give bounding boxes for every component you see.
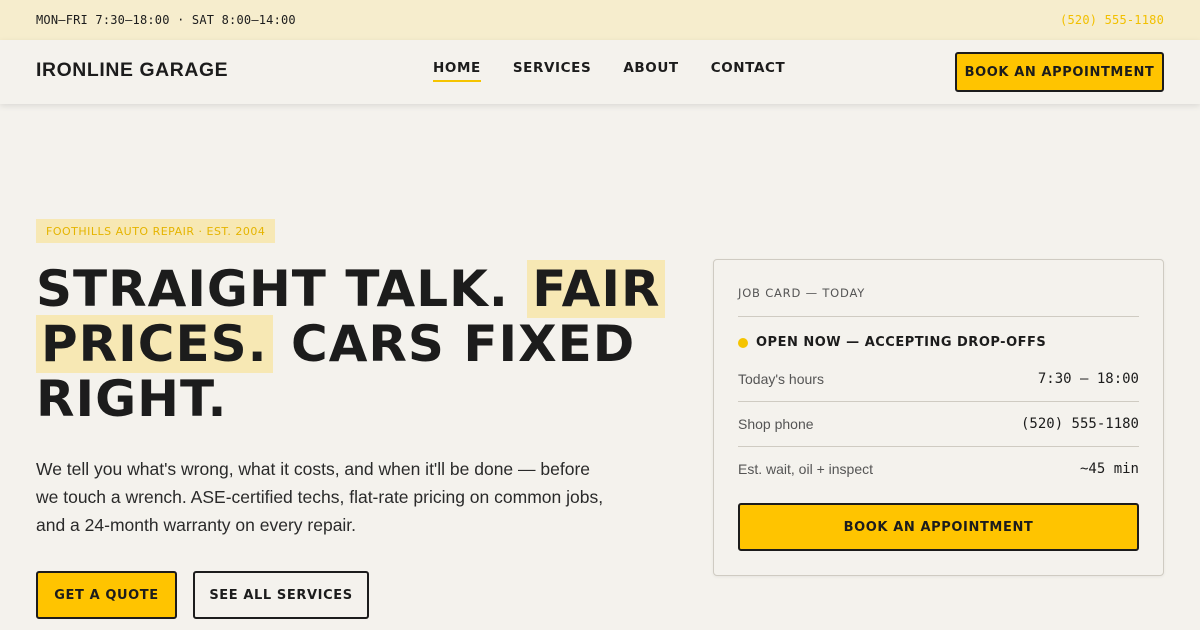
- divider: [738, 446, 1139, 447]
- info-row-phone: Shop phone (520) 555-1180: [738, 414, 1139, 434]
- status-text: OPEN NOW — ACCEPTING DROP-OFFS: [756, 335, 1047, 350]
- top-info-bar: MON–FRI 7:30–18:00 · SAT 8:00–14:00 (520…: [0, 0, 1200, 40]
- hero-headline: STRAIGHT TALK. FAIR PRICES. CARS FIXED R…: [36, 260, 676, 427]
- row-label: Today's hours: [738, 371, 824, 387]
- phone-link[interactable]: (520) 555-1180: [1060, 13, 1164, 27]
- main-navbar: IRONLINE GARAGE HOME SERVICES ABOUT CONT…: [0, 40, 1200, 104]
- hero-description: We tell you what's wrong, what it costs,…: [36, 459, 604, 535]
- divider: [738, 401, 1139, 402]
- headline-highlight-2: PRICES.: [36, 315, 273, 373]
- nav-link-contact[interactable]: CONTACT: [711, 60, 786, 82]
- status-dot-icon: [738, 337, 748, 348]
- book-appointment-nav-button[interactable]: BOOK AN APPOINTMENT: [955, 52, 1164, 92]
- row-label: Shop phone: [738, 416, 814, 432]
- headline-part-1: STRAIGHT TALK.: [36, 260, 509, 318]
- nav-link-services[interactable]: SERVICES: [513, 60, 591, 82]
- book-appointment-card-button[interactable]: BOOK AN APPOINTMENT: [738, 503, 1139, 551]
- logo[interactable]: IRONLINE GARAGE: [36, 60, 228, 82]
- job-card: JOB CARD — TODAY OPEN NOW — ACCEPTING DR…: [713, 259, 1164, 576]
- hero-eyebrow: FOOTHILLS AUTO REPAIR · EST. 2004: [36, 219, 276, 243]
- headline-highlight-1: FAIR: [527, 260, 666, 318]
- nav-link-home[interactable]: HOME: [433, 60, 481, 82]
- info-row-wait: Est. wait, oil + inspect ~45 min: [738, 459, 1139, 479]
- see-all-services-button[interactable]: SEE ALL SERVICES: [193, 571, 369, 619]
- job-card-title: JOB CARD — TODAY: [738, 286, 866, 300]
- info-row-hours: Today's hours 7:30 – 18:00: [738, 369, 1139, 389]
- business-hours: MON–FRI 7:30–18:00 · SAT 8:00–14:00: [36, 13, 296, 27]
- get-quote-button[interactable]: GET A QUOTE: [36, 571, 177, 619]
- row-value: 7:30 – 18:00: [1037, 371, 1139, 387]
- row-value: ~45 min: [1079, 461, 1139, 477]
- open-status: OPEN NOW — ACCEPTING DROP-OFFS: [738, 335, 1046, 350]
- divider: [738, 316, 1139, 317]
- row-value: (520) 555-1180: [1020, 416, 1139, 432]
- row-label: Est. wait, oil + inspect: [738, 461, 874, 477]
- nav-link-about[interactable]: ABOUT: [623, 60, 678, 82]
- nav-links: HOME SERVICES ABOUT CONTACT: [433, 60, 785, 82]
